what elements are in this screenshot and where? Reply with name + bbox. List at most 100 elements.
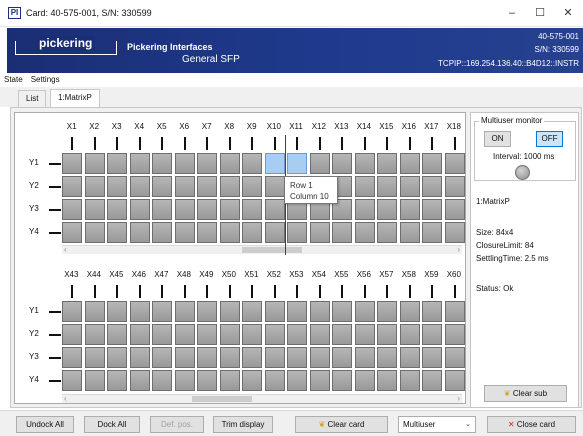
scroll-left-icon[interactable]: ‹ <box>64 245 67 254</box>
matrix-crosspoint[interactable] <box>444 153 465 174</box>
matrix-crosspoint[interactable] <box>377 222 397 243</box>
matrix-crosspoint[interactable] <box>309 347 330 368</box>
matrix-crosspoint[interactable] <box>309 301 330 322</box>
matrix-crosspoint[interactable] <box>242 222 262 243</box>
matrix-crosspoint[interactable] <box>242 324 262 345</box>
matrix-crosspoint[interactable] <box>309 153 330 174</box>
matrix-crosspoint[interactable] <box>332 301 352 322</box>
matrix-crosspoint[interactable] <box>84 301 105 322</box>
matrix-crosspoint[interactable] <box>84 222 105 243</box>
matrix-crosspoint[interactable] <box>287 324 307 345</box>
matrix-crosspoint[interactable] <box>84 347 105 368</box>
matrix-crosspoint[interactable] <box>444 301 465 322</box>
matrix-crosspoint[interactable] <box>377 370 397 391</box>
matrix-crosspoint[interactable] <box>219 347 240 368</box>
matrix-crosspoint[interactable] <box>444 347 465 368</box>
matrix-crosspoint[interactable] <box>129 222 150 243</box>
minimize-button[interactable]: – <box>497 4 527 22</box>
matrix-crosspoint[interactable] <box>62 324 82 345</box>
matrix-crosspoint[interactable] <box>399 324 420 345</box>
matrix-crosspoint[interactable] <box>354 153 375 174</box>
matrix-crosspoint[interactable] <box>84 324 105 345</box>
matrix-crosspoint[interactable] <box>242 301 262 322</box>
matrix-crosspoint[interactable] <box>287 301 307 322</box>
matrix-crosspoint[interactable] <box>399 347 420 368</box>
matrix-crosspoint[interactable] <box>107 324 127 345</box>
menu-settings[interactable]: Settings <box>27 73 64 86</box>
matrix-crosspoint[interactable] <box>399 222 420 243</box>
matrix-crosspoint[interactable] <box>197 301 217 322</box>
matrix-crosspoint[interactable] <box>107 222 127 243</box>
matrix-crosspoint[interactable] <box>84 153 105 174</box>
matrix-crosspoint[interactable] <box>422 153 442 174</box>
matrix-crosspoint[interactable] <box>422 370 442 391</box>
matrix-crosspoint[interactable] <box>107 176 127 197</box>
matrix-crosspoint[interactable] <box>107 370 127 391</box>
scroll-right-icon[interactable]: › <box>457 394 460 403</box>
matrix-crosspoint[interactable] <box>197 324 217 345</box>
default-position-button[interactable]: Def. pos. <box>150 416 204 433</box>
matrix-crosspoint[interactable] <box>129 301 150 322</box>
clear-card-button[interactable]: ❦ Clear card <box>295 416 388 433</box>
mode-select[interactable]: Multiuser ⌄ <box>398 416 476 433</box>
menu-state[interactable]: State <box>0 73 27 86</box>
matrix-crosspoint[interactable] <box>84 176 105 197</box>
matrix-crosspoint[interactable] <box>62 347 82 368</box>
matrix-crosspoint[interactable] <box>197 222 217 243</box>
matrix-crosspoint[interactable] <box>197 176 217 197</box>
matrix-crosspoint[interactable] <box>354 370 375 391</box>
matrix-crosspoint[interactable] <box>422 324 442 345</box>
matrix-crosspoint[interactable] <box>197 153 217 174</box>
maximize-button[interactable]: ☐ <box>525 4 555 22</box>
matrix-crosspoint[interactable] <box>354 222 375 243</box>
matrix-crosspoint[interactable] <box>219 324 240 345</box>
matrix-crosspoint[interactable] <box>62 370 82 391</box>
matrix-crosspoint[interactable] <box>354 324 375 345</box>
matrix-crosspoint[interactable] <box>62 301 82 322</box>
matrix-crosspoint[interactable] <box>264 199 285 220</box>
matrix-crosspoint[interactable] <box>152 153 172 174</box>
matrix-crosspoint[interactable] <box>129 347 150 368</box>
matrix-crosspoint[interactable] <box>444 199 465 220</box>
matrix-crosspoint[interactable] <box>174 370 195 391</box>
matrix-crosspoint[interactable] <box>399 153 420 174</box>
matrix-crosspoint[interactable] <box>332 222 352 243</box>
matrix-crosspoint[interactable] <box>174 199 195 220</box>
scroll-right-icon[interactable]: › <box>457 245 460 254</box>
matrix-crosspoint[interactable] <box>174 301 195 322</box>
scroll-thumb[interactable] <box>192 396 252 402</box>
matrix-crosspoint[interactable] <box>152 199 172 220</box>
lower-horizontal-scrollbar[interactable]: ‹ › <box>62 394 462 403</box>
clear-sub-button[interactable]: ❦ Clear sub <box>484 385 567 402</box>
matrix-crosspoint[interactable] <box>152 176 172 197</box>
scroll-thumb[interactable] <box>242 247 302 253</box>
matrix-crosspoint[interactable] <box>399 370 420 391</box>
matrix-crosspoint[interactable] <box>84 370 105 391</box>
matrix-crosspoint[interactable] <box>377 199 397 220</box>
upper-horizontal-scrollbar[interactable]: ‹ › <box>62 245 462 254</box>
matrix-crosspoint[interactable] <box>399 176 420 197</box>
matrix-crosspoint[interactable] <box>422 301 442 322</box>
dock-all-button[interactable]: Dock All <box>84 416 140 433</box>
matrix-crosspoint[interactable] <box>264 222 285 243</box>
matrix-crosspoint[interactable] <box>219 176 240 197</box>
matrix-crosspoint[interactable] <box>152 347 172 368</box>
matrix-crosspoint[interactable] <box>287 222 307 243</box>
matrix-crosspoint[interactable] <box>219 153 240 174</box>
matrix-crosspoint[interactable] <box>264 370 285 391</box>
close-window-button[interactable]: ✕ <box>553 4 583 22</box>
matrix-crosspoint[interactable] <box>287 153 307 174</box>
matrix-crosspoint[interactable] <box>174 176 195 197</box>
tab-matrixp[interactable]: 1:MatrixP <box>50 89 100 108</box>
matrix-crosspoint[interactable] <box>174 222 195 243</box>
matrix-crosspoint[interactable] <box>107 301 127 322</box>
matrix-crosspoint[interactable] <box>242 370 262 391</box>
matrix-crosspoint[interactable] <box>219 199 240 220</box>
matrix-crosspoint[interactable] <box>107 347 127 368</box>
matrix-crosspoint[interactable] <box>309 324 330 345</box>
matrix-crosspoint[interactable] <box>444 370 465 391</box>
matrix-crosspoint[interactable] <box>107 199 127 220</box>
matrix-crosspoint[interactable] <box>219 222 240 243</box>
matrix-crosspoint[interactable] <box>129 176 150 197</box>
matrix-crosspoint[interactable] <box>399 301 420 322</box>
